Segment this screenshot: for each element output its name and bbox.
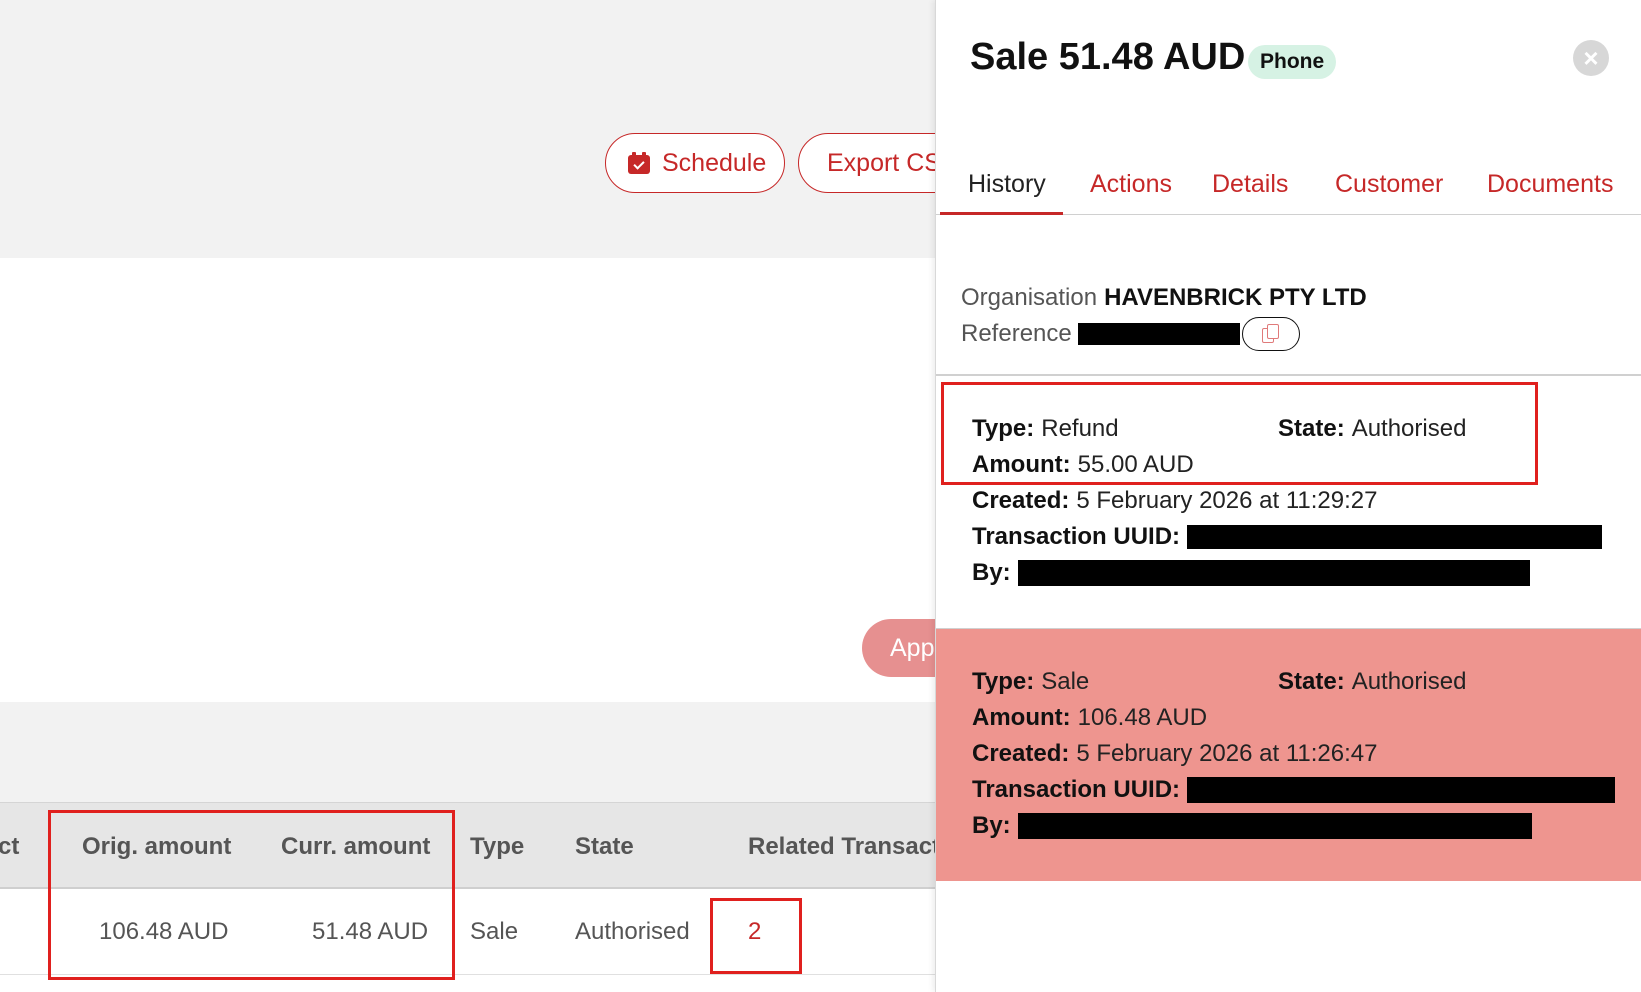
state-value: Authorised	[1351, 415, 1467, 442]
tab-actions[interactable]: Actions	[1090, 170, 1172, 199]
entry-state: State: Authorised	[1278, 412, 1466, 446]
uuid-label: Transaction UUID:	[972, 523, 1181, 550]
close-panel-button[interactable]: ×	[1573, 40, 1609, 76]
apply-label: Apply	[890, 633, 940, 662]
export-csv-button[interactable]: Export CSV	[798, 133, 940, 193]
created-value: 5 February 2026 at 11:26:47	[1076, 740, 1378, 767]
redacted-user	[1017, 560, 1530, 586]
toolbar-area	[0, 0, 940, 258]
state-value: Authorised	[1351, 668, 1467, 695]
state-label: State:	[1278, 668, 1345, 695]
entry-by: By:	[972, 809, 1532, 843]
amount-label: Amount:	[972, 704, 1071, 731]
organisation-value: HAVENBRICK PTY LTD	[1104, 284, 1367, 311]
organisation-line: Organisation HAVENBRICK PTY LTD	[961, 280, 1367, 316]
amount-label: Amount:	[972, 451, 1071, 478]
redacted-user	[1017, 813, 1532, 839]
related-transactions-link[interactable]: 2	[748, 918, 761, 946]
created-label: Created:	[972, 740, 1070, 767]
entry-created: Created: 5 February 2026 at 11:26:47	[972, 737, 1377, 771]
close-icon: ×	[1583, 43, 1599, 73]
cell-orig-amount: 106.48 AUD	[99, 918, 229, 945]
created-label: Created:	[972, 487, 1070, 514]
apply-button[interactable]: Apply	[862, 619, 940, 677]
type-label: Type:	[972, 668, 1035, 695]
by-label: By:	[972, 559, 1011, 586]
history-entry-refund: Type: Refund State: Authorised Amount: 5…	[936, 376, 1641, 628]
tab-details[interactable]: Details	[1212, 170, 1288, 199]
entry-by: By:	[972, 556, 1530, 590]
by-label: By:	[972, 812, 1011, 839]
entry-amount: Amount: 106.48 AUD	[972, 701, 1207, 735]
uuid-label: Transaction UUID:	[972, 776, 1181, 803]
column-header-curr-amount[interactable]: Curr. amount	[281, 833, 430, 861]
copy-reference-button[interactable]	[1241, 317, 1300, 351]
created-value: 5 February 2026 at 11:29:27	[1076, 487, 1378, 514]
column-header-related-transactions[interactable]: Related Transactions	[748, 833, 940, 861]
redacted-uuid	[1187, 777, 1616, 803]
redacted-uuid	[1187, 525, 1603, 549]
entry-type: Type: Sale	[972, 665, 1089, 699]
redacted-reference	[1077, 323, 1240, 345]
tab-customer[interactable]: Customer	[1335, 170, 1443, 199]
state-label: State:	[1278, 415, 1345, 442]
column-header-orig-amount[interactable]: Orig. amount	[82, 833, 231, 861]
entry-state: State: Authorised	[1278, 665, 1466, 699]
copy-icon	[1261, 324, 1280, 344]
panel-tabs: History Actions Details Customer Documen…	[936, 160, 1641, 215]
cell-curr-amount: 51.48 AUD	[312, 918, 429, 945]
column-header-type[interactable]: Type	[470, 833, 524, 861]
entry-type: Type: Refund	[972, 412, 1119, 446]
cell-state: Authorised	[575, 918, 690, 945]
table-toolbar	[0, 702, 940, 802]
column-header-state[interactable]: State	[575, 833, 634, 861]
schedule-button[interactable]: Schedule	[605, 133, 785, 193]
organisation-label: Organisation	[961, 284, 1098, 311]
column-header-product[interactable]: ct	[0, 833, 19, 861]
page: Schedule Export CSV Apply ct Orig. amoun…	[0, 0, 1641, 992]
entry-uuid: Transaction UUID:	[972, 520, 1603, 554]
organisation-info: Organisation HAVENBRICK PTY LTD Referenc…	[961, 280, 1367, 352]
entry-uuid: Transaction UUID:	[972, 773, 1616, 807]
schedule-label: Schedule	[662, 148, 767, 177]
table-row[interactable]: 106.48 AUD 51.48 AUD Sale Authorised 2	[0, 889, 940, 975]
entry-amount: Amount: 55.00 AUD	[972, 448, 1194, 482]
panel-title: Sale 51.48 AUD	[970, 36, 1246, 78]
entry-created: Created: 5 February 2026 at 11:29:27	[972, 484, 1377, 518]
amount-value: 106.48 AUD	[1077, 704, 1208, 731]
amount-value: 55.00 AUD	[1077, 451, 1194, 478]
reference-line: Reference	[961, 316, 1367, 352]
cell-type: Sale	[470, 918, 519, 945]
tab-history[interactable]: History	[968, 170, 1046, 199]
tab-documents[interactable]: Documents	[1487, 170, 1613, 199]
active-tab-indicator	[940, 212, 1063, 215]
calendar-check-icon	[628, 152, 650, 174]
type-value: Refund	[1041, 415, 1119, 442]
export-csv-label: Export CSV	[827, 148, 940, 177]
transactions-view: Schedule Export CSV Apply ct Orig. amoun…	[0, 0, 940, 992]
transaction-detail-panel: Sale 51.48 AUD Phone × History Actions D…	[935, 0, 1641, 992]
channel-badge: Phone	[1248, 45, 1337, 79]
filters-area	[0, 258, 940, 702]
type-value: Sale	[1041, 668, 1090, 695]
history-entry-sale: Type: Sale State: Authorised Amount: 106…	[936, 629, 1641, 881]
reference-label: Reference	[961, 320, 1072, 347]
type-label: Type:	[972, 415, 1035, 442]
table-header: ct Orig. amount Curr. amount Type State …	[0, 802, 940, 889]
